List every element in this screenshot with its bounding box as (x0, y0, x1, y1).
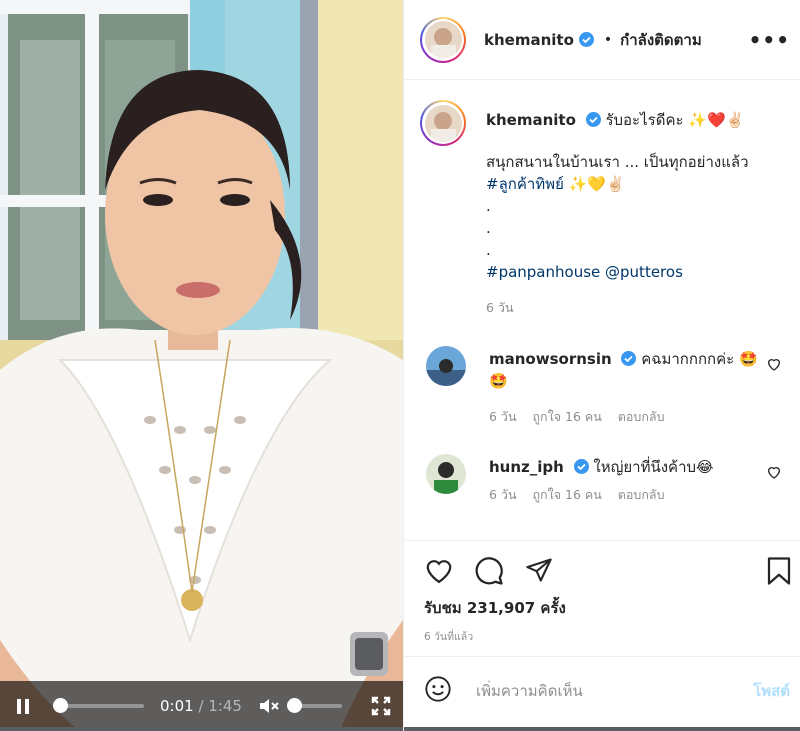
caption-dot: . (486, 197, 491, 215)
avatar[interactable] (420, 16, 466, 63)
comment-item: manowsornsin คฉมากกกกค่ะ 🤩🤩 6 วัน ถูกใจ … (420, 346, 790, 428)
caption-body: khemanito รับอะไรดีคะ ✨❤️✌🏻 สนุกสนานในบ้… (486, 100, 749, 319)
caption-line2: สนุกสนานในบ้านเรา ... เป็นทุกอย่างแล้ว (486, 153, 749, 171)
window-edge (404, 727, 800, 731)
hashtag-link[interactable]: #panpanhouse (486, 263, 600, 281)
comment-input[interactable]: เพิ่มความคิดเห็น (476, 679, 583, 703)
video-player[interactable]: 0:01 / 1:45 (0, 0, 403, 731)
comment-time[interactable]: 6 วัน (489, 409, 517, 424)
post-date[interactable]: 6 วันที่แล้ว (424, 628, 473, 645)
comment-time[interactable]: 6 วัน (489, 487, 517, 502)
reply-button[interactable]: ตอบกลับ (618, 409, 665, 424)
comment-username[interactable]: hunz_iph (489, 458, 564, 476)
duration: 1:45 (208, 697, 242, 715)
post-caption: khemanito รับอะไรดีคะ ✨❤️✌🏻 สนุกสนานในบ้… (420, 100, 790, 319)
bookmark-icon[interactable] (766, 556, 792, 590)
time-separator: / (193, 697, 209, 715)
comment-avatar[interactable] (426, 346, 466, 386)
volume-slider[interactable] (286, 698, 342, 713)
caption-avatar[interactable] (420, 100, 466, 146)
post-comment-button[interactable]: โพสต์ (753, 679, 790, 703)
add-comment-bar: เพิ่มความคิดเห็น โพสต์ (424, 676, 794, 706)
seek-bar[interactable] (53, 698, 144, 713)
video-controls: 0:01 / 1:45 (0, 681, 403, 731)
emoji-icon[interactable] (424, 675, 452, 707)
heart-icon[interactable] (766, 464, 782, 484)
view-count[interactable]: รับชม 231,907 ครั้ง (424, 596, 566, 620)
verified-icon (573, 458, 589, 474)
reply-button[interactable]: ตอบกลับ (618, 487, 665, 502)
comment-item: hunz_iph ใหญ่ยาที่นึงค้าบ😂 6 วัน ถูกใจ 1… (420, 454, 790, 506)
pause-icon[interactable] (10, 693, 36, 719)
volume-handle[interactable] (286, 698, 302, 713)
post-header: khemanito • กำลังติดตาม ••• (404, 0, 800, 80)
action-bar (420, 556, 792, 590)
heart-icon[interactable] (766, 356, 782, 376)
post-panel: khemanito • กำลังติดตาม ••• khemanito รั… (403, 0, 800, 731)
follow-status-button[interactable]: กำลังติดตาม (620, 28, 702, 52)
video-frame (0, 0, 403, 731)
verified-icon (578, 32, 594, 47)
comment-likes[interactable]: ถูกใจ 16 คน (532, 487, 601, 502)
current-time: 0:01 (160, 697, 194, 715)
caption-time[interactable]: 6 วัน (486, 297, 749, 319)
verified-icon (621, 350, 637, 366)
share-icon[interactable] (524, 556, 554, 588)
separator-dot: • (603, 31, 613, 48)
caption-dot: . (486, 219, 491, 237)
hashtag-emoji: ✨💛✌🏻 (568, 175, 625, 193)
post-username[interactable]: khemanito (484, 31, 574, 49)
verified-icon (585, 111, 601, 127)
comment-text: ใหญ่ยาที่นึงค้าบ😂 (593, 458, 714, 476)
caption-dot: . (486, 241, 491, 259)
divider (404, 656, 800, 657)
comment-avatar[interactable] (426, 454, 466, 494)
volume-muted-icon[interactable] (256, 693, 282, 719)
like-heart-icon[interactable] (424, 556, 454, 588)
comment-likes[interactable]: ถูกใจ 16 คน (532, 409, 601, 424)
hashtag-link[interactable]: #ลูกค้าทิพย์ (486, 175, 564, 193)
video-time: 0:01 / 1:45 (160, 697, 242, 715)
caption-line1: รับอะไรดีคะ ✨❤️✌🏻 (605, 111, 745, 129)
comment-username[interactable]: manowsornsin (489, 350, 612, 368)
comment-icon[interactable] (474, 556, 504, 590)
seek-handle[interactable] (53, 698, 68, 713)
caption-username[interactable]: khemanito (486, 111, 576, 129)
divider (404, 540, 800, 541)
more-options-icon[interactable]: ••• (749, 28, 790, 52)
window-edge (0, 727, 403, 731)
mention-link[interactable]: @putteros (605, 263, 683, 281)
fullscreen-icon[interactable] (369, 694, 393, 718)
